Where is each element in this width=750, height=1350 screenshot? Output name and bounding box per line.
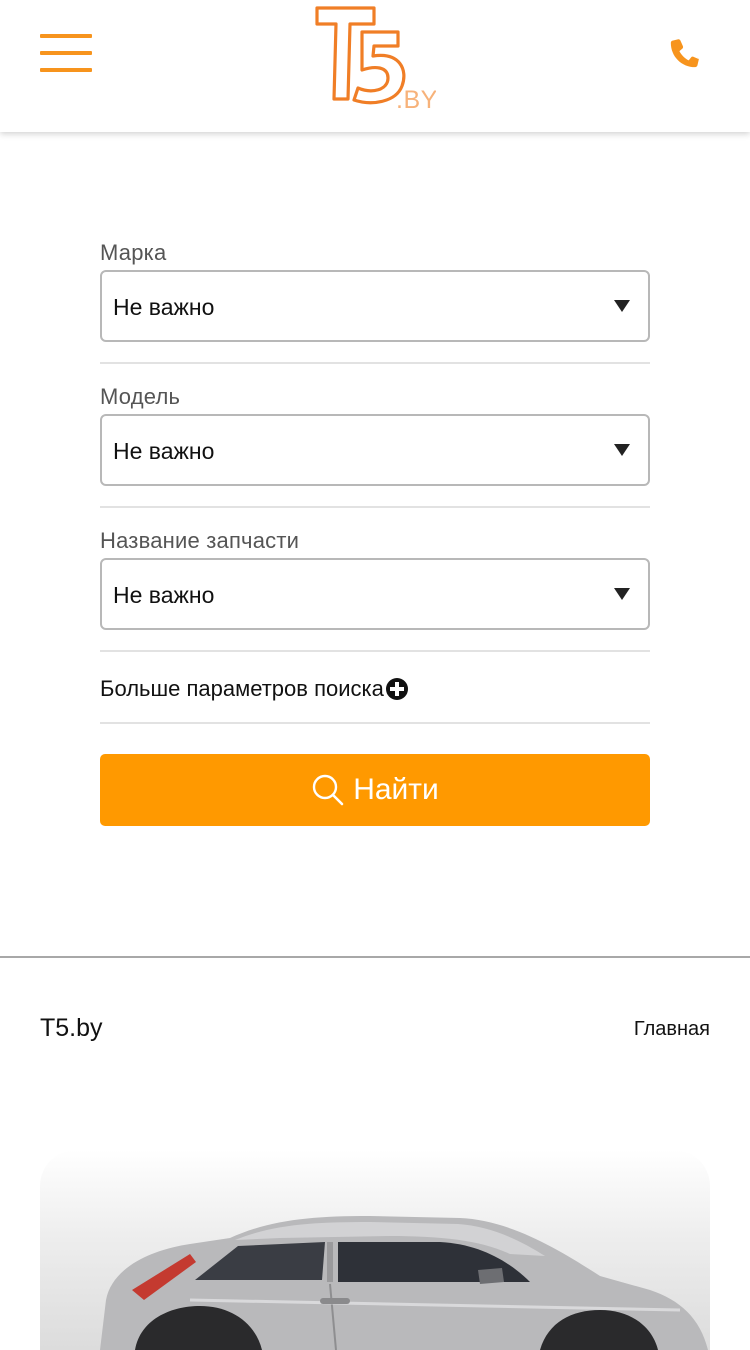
more-search-params-toggle[interactable]: Больше параметров поиска [100, 672, 409, 706]
footer-brand: T5.by [40, 1014, 103, 1042]
brand-field: Марка Не важно [100, 240, 650, 384]
logo-suffix: .BY [396, 86, 436, 112]
hamburger-menu-icon[interactable] [40, 34, 92, 74]
search-button-label: Найти [353, 773, 439, 806]
part-name-select[interactable]: Не важно [100, 558, 650, 630]
part-name-select-value: Не важно [113, 582, 215, 608]
part-name-field: Название запчасти Не важно [100, 528, 650, 672]
model-select-value: Не важно [113, 438, 215, 464]
divider [100, 362, 650, 364]
divider [100, 650, 650, 652]
home-link[interactable]: Главная [634, 1018, 710, 1041]
divider [100, 506, 650, 508]
brand-select[interactable]: Не важно [100, 270, 650, 342]
part-name-label: Название запчасти [100, 528, 300, 553]
car-banner[interactable] [40, 1150, 710, 1350]
divider [100, 722, 650, 724]
model-select[interactable]: Не важно [100, 414, 650, 486]
more-search-params-label: Больше параметров поиска [100, 676, 384, 701]
search-icon [312, 774, 344, 806]
car-image [100, 1216, 708, 1350]
section-divider [0, 956, 750, 958]
brand-select-value: Не важно [113, 294, 215, 320]
brand-label: Марка [100, 240, 167, 265]
plus-circle-icon [385, 678, 408, 700]
model-label: Модель [100, 384, 181, 409]
search-button[interactable]: Найти [100, 754, 650, 826]
dropdown-arrow-icon [614, 300, 630, 312]
t5-logo-icon: .BY [315, 6, 437, 114]
dropdown-arrow-icon [614, 588, 630, 600]
search-form: Марка Не важно Модель Не важно Название … [100, 240, 650, 672]
site-header: .BY [0, 0, 750, 132]
site-logo[interactable]: .BY [312, 4, 437, 114]
phone-icon[interactable] [664, 32, 706, 74]
dropdown-arrow-icon [614, 444, 630, 456]
model-field: Модель Не важно [100, 384, 650, 528]
